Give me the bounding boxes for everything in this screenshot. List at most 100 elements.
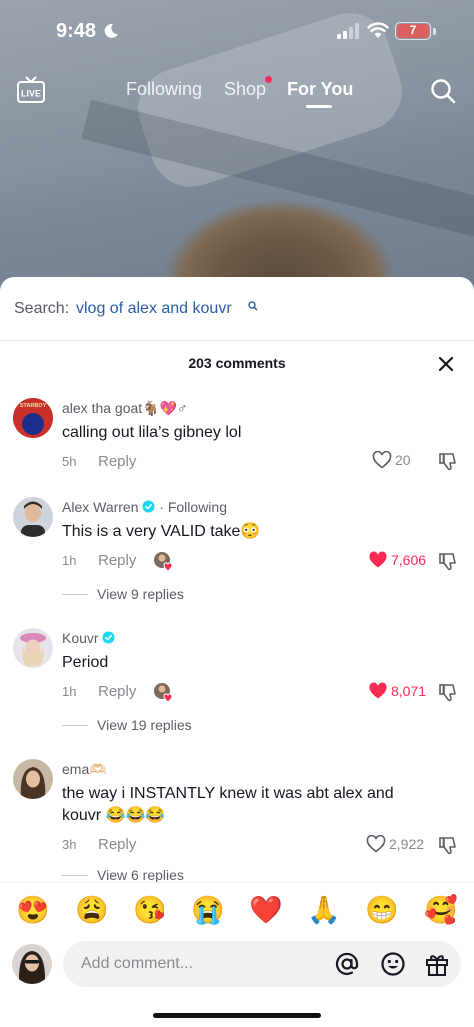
search-suggestion[interactable]: Search: vlog of alex and kouvr <box>0 277 474 341</box>
view-replies-button[interactable]: View 19 replies <box>62 717 192 733</box>
comment-input-row: Add comment... <box>0 938 474 998</box>
comments-count: 203 comments <box>188 355 286 371</box>
avatar-photo <box>13 759 53 799</box>
battery-tip <box>433 28 436 35</box>
shop-notification-dot <box>265 76 272 83</box>
emoji-kiss[interactable]: 😘 <box>133 895 167 925</box>
comment-username[interactable]: Kouvr <box>62 630 116 646</box>
avatar[interactable] <box>13 759 53 799</box>
comment-time: 1h <box>62 553 77 568</box>
username-text: Alex Warren <box>62 499 139 515</box>
moon-icon <box>104 23 118 38</box>
home-indicator[interactable] <box>153 1013 321 1018</box>
verified-badge-icon <box>142 500 155 513</box>
heart-outline-icon <box>372 451 392 469</box>
avatar-photo <box>13 628 53 668</box>
like-button[interactable]: 20 <box>372 451 411 469</box>
emoji-picker-icon[interactable] <box>380 951 406 977</box>
comment-input-placeholder: Add comment... <box>81 955 194 972</box>
like-button[interactable]: 8,071 <box>368 682 426 700</box>
emoji-pray[interactable]: 🙏 <box>307 895 341 925</box>
my-avatar-photo <box>12 944 52 984</box>
live-label: LIVE <box>21 89 41 99</box>
heart-filled-icon <box>369 551 387 568</box>
avatar-starboy-image: STARBOY <box>13 398 53 438</box>
comment-time: 5h <box>62 454 77 469</box>
comment-username[interactable]: Alex Warren · Following <box>62 499 227 515</box>
cellular-signal-icon <box>337 23 359 39</box>
avatar-label: STARBOY <box>20 403 47 409</box>
username-text: Kouvr <box>62 630 99 646</box>
reply-button[interactable]: Reply <box>98 836 136 853</box>
view-replies-label: View 19 replies <box>97 717 192 733</box>
comment-text: Period <box>62 654 109 671</box>
reply-button[interactable]: Reply <box>98 453 136 470</box>
dislike-icon[interactable] <box>438 683 458 703</box>
tab-for-you[interactable]: For You <box>287 79 353 100</box>
comment-text: This is a very VALID take😳 <box>62 523 261 540</box>
like-count: 2,922 <box>389 836 425 852</box>
comment-item: STARBOY alex tha goat🐐💖♂ calling out lil… <box>0 396 474 496</box>
gift-icon[interactable] <box>424 951 450 977</box>
comment-username[interactable]: alex tha goat🐐💖♂ <box>62 400 188 417</box>
comment-username[interactable]: ema🫶🏻 <box>62 761 107 778</box>
replies-divider <box>62 724 88 726</box>
live-tv-icon[interactable]: LIVE <box>16 76 46 104</box>
replies-divider <box>62 874 88 876</box>
following-label: · Following <box>159 499 227 515</box>
view-replies-label: View 9 replies <box>97 586 184 602</box>
avatar[interactable] <box>13 497 53 537</box>
quick-emoji-bar: 😍 😩 😘 😭 ❤️ 🙏 😁 🥰 <box>0 882 474 938</box>
emoji-red-heart[interactable]: ❤️ <box>249 895 283 925</box>
view-replies-button[interactable]: View 6 replies <box>62 867 184 883</box>
search-query-link[interactable]: vlog of alex and kouvr <box>76 300 232 318</box>
emoji-weary[interactable]: 😩 <box>75 895 109 925</box>
comment-time: 1h <box>62 684 77 699</box>
comment-time: 3h <box>62 837 77 852</box>
battery-level: 7 <box>397 24 429 38</box>
creator-liked-icon <box>154 683 173 703</box>
tab-shop[interactable]: Shop <box>224 79 266 100</box>
emoji-heart-eyes[interactable]: 😍 <box>16 895 50 925</box>
avatar-photo <box>13 497 53 537</box>
reply-button[interactable]: Reply <box>98 552 136 569</box>
comment-text: the way i INSTANTLY knew it was abt alex… <box>62 785 394 824</box>
verified-badge-icon <box>102 631 116 644</box>
view-replies-button[interactable]: View 9 replies <box>62 586 184 602</box>
like-count: 8,071 <box>391 683 427 699</box>
heart-outline-icon <box>366 835 386 853</box>
emoji-crying[interactable]: 😭 <box>191 895 225 925</box>
emoji-grin[interactable]: 😁 <box>365 895 399 925</box>
search-prefix: Search: <box>14 300 70 317</box>
like-button[interactable]: 2,922 <box>366 835 424 853</box>
creator-liked-icon <box>154 552 173 572</box>
search-icon[interactable] <box>430 78 456 104</box>
wifi-icon <box>367 22 389 38</box>
like-button[interactable]: 7,606 <box>368 551 426 569</box>
top-navigation: LIVE Following Shop For You <box>0 64 474 114</box>
dislike-icon[interactable] <box>438 452 458 472</box>
mention-at-icon[interactable] <box>334 951 360 977</box>
like-count: 7,606 <box>391 552 427 568</box>
comment-item: ema🫶🏻 the way i INSTANTLY knew it was ab… <box>0 757 474 887</box>
my-avatar[interactable] <box>12 944 52 984</box>
active-tab-indicator <box>306 105 332 108</box>
comment-text: calling out lila’s gibney lol <box>62 424 242 441</box>
search-small-icon <box>248 301 258 311</box>
avatar[interactable] <box>13 628 53 668</box>
heart-filled-icon <box>369 682 387 699</box>
status-bar: 9:48 7 <box>0 0 474 60</box>
dislike-icon[interactable] <box>438 836 458 856</box>
tab-following[interactable]: Following <box>126 79 202 100</box>
battery-indicator: 7 <box>395 22 431 40</box>
dislike-icon[interactable] <box>438 552 458 572</box>
comment-item: Alex Warren · Following This is a very V… <box>0 495 474 625</box>
comment-item: Kouvr Period 1h Reply 8,071 View 19 repl… <box>0 626 474 756</box>
replies-divider <box>62 593 88 595</box>
avatar[interactable]: STARBOY <box>13 398 53 438</box>
like-count: 20 <box>395 452 411 468</box>
status-time: 9:48 <box>56 20 97 42</box>
close-icon[interactable] <box>437 355 455 373</box>
emoji-smiling-hearts[interactable]: 🥰 <box>424 895 458 925</box>
reply-button[interactable]: Reply <box>98 683 136 700</box>
